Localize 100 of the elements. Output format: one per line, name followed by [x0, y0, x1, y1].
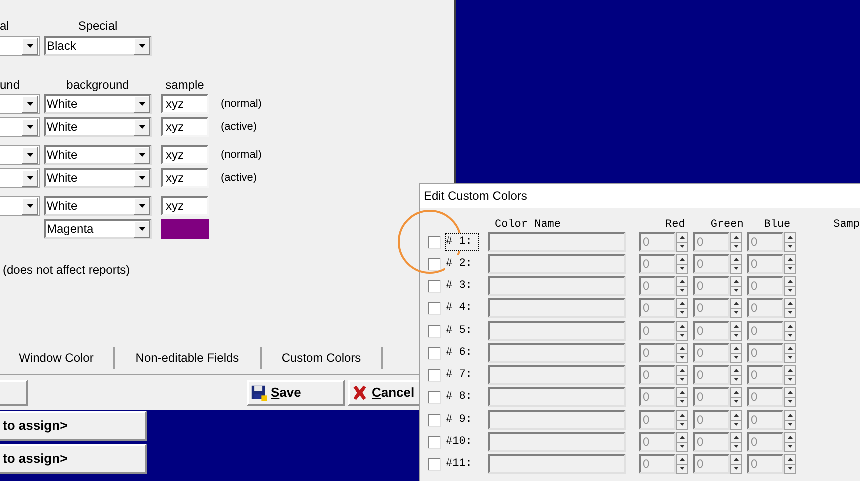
spin-buttons[interactable]: [730, 343, 742, 363]
dropdown-button[interactable]: [134, 38, 150, 54]
spin-buttons[interactable]: [730, 410, 742, 430]
dropdown-button[interactable]: [134, 220, 150, 238]
number-field[interactable]: 0: [747, 254, 784, 274]
spin-buttons[interactable]: [676, 410, 688, 430]
dropdown-field[interactable]: White: [44, 94, 152, 114]
dropdown-button[interactable]: [22, 118, 38, 136]
checkbox[interactable]: [428, 302, 441, 314]
number-field[interactable]: 0: [693, 276, 730, 296]
spin-buttons[interactable]: [784, 232, 796, 252]
dropdown-button[interactable]: [134, 170, 150, 186]
spin-buttons[interactable]: [676, 276, 688, 296]
color-name-field[interactable]: [488, 254, 626, 274]
dropdown-field[interactable]: White: [44, 196, 152, 216]
number-field[interactable]: 0: [639, 254, 676, 274]
spin-buttons[interactable]: [676, 365, 688, 385]
spin-buttons[interactable]: [730, 276, 742, 296]
number-field[interactable]: 0: [747, 454, 784, 474]
number-field[interactable]: 0: [747, 387, 784, 407]
number-field[interactable]: 0: [747, 432, 784, 452]
dropdown-button[interactable]: [22, 38, 38, 54]
spin-buttons[interactable]: [784, 454, 796, 474]
spin-buttons[interactable]: [676, 343, 688, 363]
number-field[interactable]: 0: [747, 232, 784, 252]
spin-buttons[interactable]: [784, 298, 796, 318]
section-button[interactable]: Custom Colors: [262, 347, 383, 369]
spin-buttons[interactable]: [676, 254, 688, 274]
dropdown-field[interactable]: White: [44, 168, 152, 188]
color-name-field[interactable]: [488, 387, 626, 407]
color-name-field[interactable]: [488, 276, 626, 296]
number-field[interactable]: 0: [639, 387, 676, 407]
checkbox[interactable]: [428, 436, 441, 448]
dropdown-field[interactable]: [0, 145, 40, 165]
number-field[interactable]: 0: [747, 410, 784, 430]
dropdown-button[interactable]: [134, 146, 150, 164]
dropdown-field[interactable]: White: [44, 145, 152, 165]
number-field[interactable]: 0: [639, 343, 676, 363]
number-field[interactable]: 0: [747, 343, 784, 363]
spin-buttons[interactable]: [784, 343, 796, 363]
spin-buttons[interactable]: [676, 298, 688, 318]
spin-buttons[interactable]: [676, 387, 688, 407]
checkbox[interactable]: [428, 236, 441, 248]
color-name-field[interactable]: [488, 232, 626, 252]
spin-buttons[interactable]: [730, 454, 742, 474]
checkbox[interactable]: [428, 346, 441, 360]
spin-buttons[interactable]: [730, 321, 742, 341]
number-field[interactable]: 0: [747, 276, 784, 296]
color-name-field[interactable]: [488, 410, 626, 430]
number-field[interactable]: 0: [693, 365, 730, 385]
color-name-field[interactable]: [488, 343, 626, 363]
number-field[interactable]: 0: [693, 254, 730, 274]
checkbox[interactable]: [428, 414, 441, 426]
spin-buttons[interactable]: [730, 254, 742, 274]
number-field[interactable]: 0: [639, 232, 676, 252]
section-button[interactable]: Window Color: [0, 347, 115, 369]
number-field[interactable]: 0: [693, 298, 730, 318]
dropdown-field[interactable]: [0, 168, 40, 188]
spin-buttons[interactable]: [784, 410, 796, 430]
number-field[interactable]: 0: [693, 454, 730, 474]
spin-buttons[interactable]: [784, 432, 796, 452]
dropdown-field[interactable]: [0, 196, 40, 216]
dropdown-field[interactable]: [0, 94, 40, 114]
spin-buttons[interactable]: [676, 321, 688, 341]
dropdown-button[interactable]: [134, 118, 150, 136]
spin-buttons[interactable]: [730, 232, 742, 252]
number-field[interactable]: 0: [693, 321, 730, 341]
section-button[interactable]: Non-editable Fields: [115, 347, 262, 369]
spin-buttons[interactable]: [676, 232, 688, 252]
assign-button[interactable]: to assign>: [0, 444, 147, 474]
color-name-field[interactable]: [488, 298, 626, 318]
checkbox[interactable]: [428, 368, 441, 382]
spin-buttons[interactable]: [730, 365, 742, 385]
spin-buttons[interactable]: [784, 254, 796, 274]
number-field[interactable]: 0: [693, 232, 730, 252]
dropdown-field[interactable]: [0, 36, 40, 56]
spin-buttons[interactable]: [784, 387, 796, 407]
number-field[interactable]: 0: [693, 387, 730, 407]
spin-buttons[interactable]: [730, 432, 742, 452]
spin-buttons[interactable]: [730, 298, 742, 318]
number-field[interactable]: 0: [639, 298, 676, 318]
dropdown-button[interactable]: [22, 170, 38, 186]
dropdown-button[interactable]: [22, 96, 38, 112]
spin-buttons[interactable]: [784, 365, 796, 385]
dropdown-button[interactable]: [22, 198, 38, 214]
dropdown-field[interactable]: [0, 117, 40, 137]
dropdown-button[interactable]: [22, 146, 38, 164]
number-field[interactable]: 0: [639, 432, 676, 452]
spin-buttons[interactable]: [676, 454, 688, 474]
checkbox[interactable]: [428, 258, 441, 270]
color-name-field[interactable]: [488, 454, 626, 474]
number-field[interactable]: 0: [747, 321, 784, 341]
dropdown-field[interactable]: Magenta: [44, 219, 152, 239]
color-name-field[interactable]: [488, 432, 626, 452]
spin-buttons[interactable]: [784, 276, 796, 296]
dropdown-field[interactable]: Black: [44, 36, 152, 56]
number-field[interactable]: 0: [639, 410, 676, 430]
assign-button[interactable]: to assign>: [0, 411, 147, 441]
number-field[interactable]: 0: [747, 298, 784, 318]
checkbox[interactable]: [428, 280, 441, 292]
